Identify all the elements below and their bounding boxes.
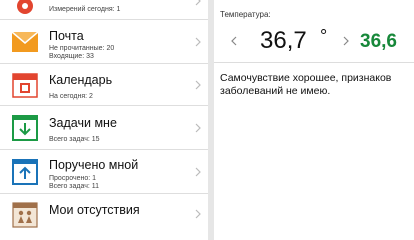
divider	[214, 62, 414, 63]
tasks-outbox-icon	[12, 159, 38, 185]
chevron-right-icon	[195, 167, 201, 177]
decrease-arrow-icon[interactable]	[230, 36, 238, 46]
menu-item-title: Календарь	[49, 73, 113, 87]
chevron-right-icon	[195, 209, 201, 219]
chevron-right-icon	[195, 80, 201, 90]
absence-icon	[12, 202, 38, 228]
thermometer-icon	[17, 0, 33, 14]
menu-item-sub2: Всего задач: 11	[49, 183, 100, 190]
wellbeing-note: Самочувствие хорошее, признаков заболева…	[220, 72, 392, 97]
menu-item-sub: Просрочено: 1	[49, 175, 97, 182]
tasks-inbox-icon	[12, 115, 38, 141]
menu-item-title: Мои отсутствия	[49, 203, 140, 217]
degree-symbol: °	[320, 26, 328, 46]
menu-item-sub: Всего задач: 15	[49, 136, 100, 143]
menu-item-sub: Измерений сегодня: 1	[49, 6, 121, 13]
menu-item-calendar[interactable]: Календарь На сегодня: 2	[0, 64, 208, 106]
menu-item-absences[interactable]: Мои отсутствия	[0, 194, 208, 240]
menu-item-assigned-by-me[interactable]: Поручено мной Просрочено: 1 Всего задач:…	[0, 150, 208, 194]
chevron-right-icon	[195, 123, 201, 133]
temperature-label: Температура:	[220, 10, 271, 19]
increase-arrow-icon[interactable]	[342, 36, 350, 46]
menu-item-mail[interactable]: Почта Не прочитанные: 20 Входящие: 33	[0, 20, 208, 64]
menu-item-title: Поручено мной	[49, 158, 139, 172]
menu-list: Измерений сегодня: 1 Почта Не прочитанны…	[0, 0, 208, 240]
health-panel: Температура: 36,7 ° 36,6 Самочувствие хо…	[214, 0, 414, 240]
menu-item-health[interactable]: Измерений сегодня: 1	[0, 0, 208, 20]
menu-item-tasks-to-me[interactable]: Задачи мне Всего задач: 15	[0, 106, 208, 150]
temperature-value: 36,7	[260, 27, 307, 54]
menu-item-sub2: Входящие: 33	[49, 53, 94, 60]
mail-icon	[11, 31, 39, 52]
menu-item-sub: На сегодня: 2	[49, 93, 93, 100]
chevron-right-icon	[195, 37, 201, 47]
chevron-right-icon	[195, 0, 201, 6]
menu-item-title: Почта	[49, 29, 84, 43]
menu-item-sub: Не прочитанные: 20	[49, 45, 115, 52]
menu-item-title: Задачи мне	[49, 116, 117, 130]
normal-temperature-value: 36,6	[360, 31, 397, 52]
calendar-icon	[12, 73, 38, 98]
